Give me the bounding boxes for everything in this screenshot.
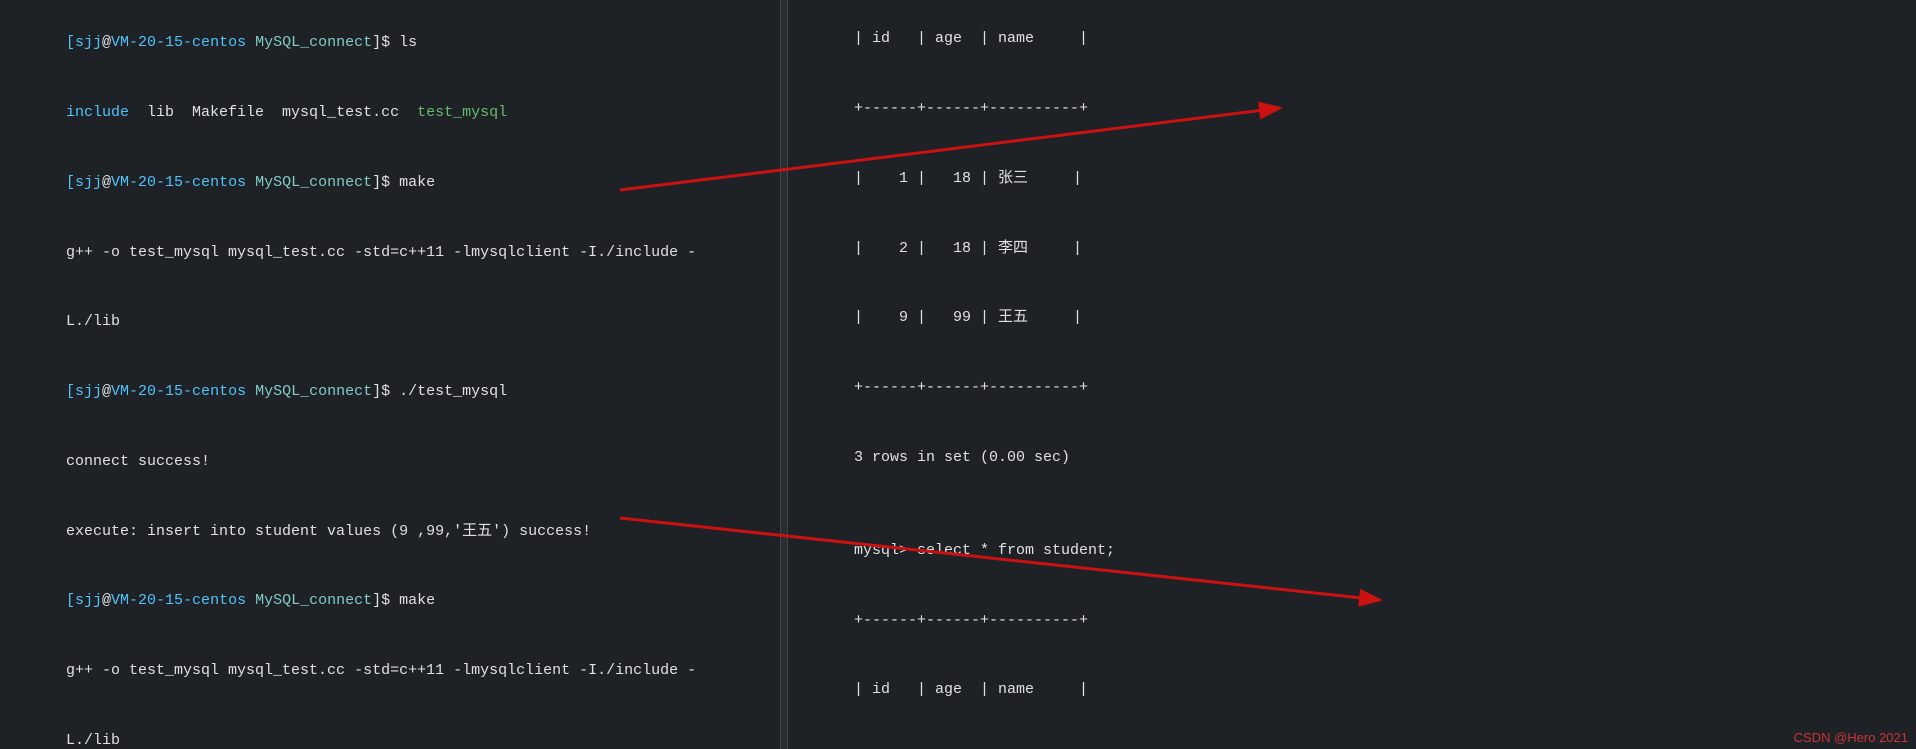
panel-divider: [780, 0, 788, 749]
line-4: [sjj@VM-20-15-centos MySQL_connect]$ mak…: [12, 566, 768, 636]
right-line-3: | 1 | 18 | 张三 |: [800, 144, 1904, 214]
line-llib1: L./lib: [12, 287, 768, 357]
line-llib2: L./lib: [12, 706, 768, 749]
right-line-4: | 2 | 18 | 李四 |: [800, 213, 1904, 283]
right-line-7: +------+------+----------+: [800, 585, 1904, 655]
line-gpp1: g++ -o test_mysql mysql_test.cc -std=c++…: [12, 217, 768, 287]
line-1: [sjj@VM-20-15-centos MySQL_connect]$ ls: [12, 8, 768, 78]
right-blank-1: [800, 492, 1904, 515]
right-rows-1: 3 rows in set (0.00 sec): [800, 423, 1904, 493]
left-terminal: [sjj@VM-20-15-centos MySQL_connect]$ ls …: [0, 0, 780, 749]
watermark: CSDN @Hero 2021: [1794, 730, 1908, 745]
right-terminal: | id | age | name | +------+------+-----…: [788, 0, 1916, 749]
line-2: [sjj@VM-20-15-centos MySQL_connect]$ mak…: [12, 148, 768, 218]
line-connect1: connect success!: [12, 427, 768, 497]
line-gpp2: g++ -o test_mysql mysql_test.cc -std=c++…: [12, 636, 768, 706]
right-line-5: | 9 | 99 | 王五 |: [800, 283, 1904, 353]
right-mysql-cmd-1: mysql> select * from student;: [800, 516, 1904, 586]
right-line-1: | id | age | name |: [800, 4, 1904, 74]
line-ls-output: include lib Makefile mysql_test.cc test_…: [12, 78, 768, 148]
line-insert: execute: insert into student values (9 ,…: [12, 496, 768, 566]
right-line-2: +------+------+----------+: [800, 74, 1904, 144]
right-line-8: | id | age | name |: [800, 655, 1904, 725]
line-3: [sjj@VM-20-15-centos MySQL_connect]$ ./t…: [12, 357, 768, 427]
right-line-6: +------+------+----------+: [800, 353, 1904, 423]
right-line-9: +------+------+----------+: [800, 725, 1904, 749]
